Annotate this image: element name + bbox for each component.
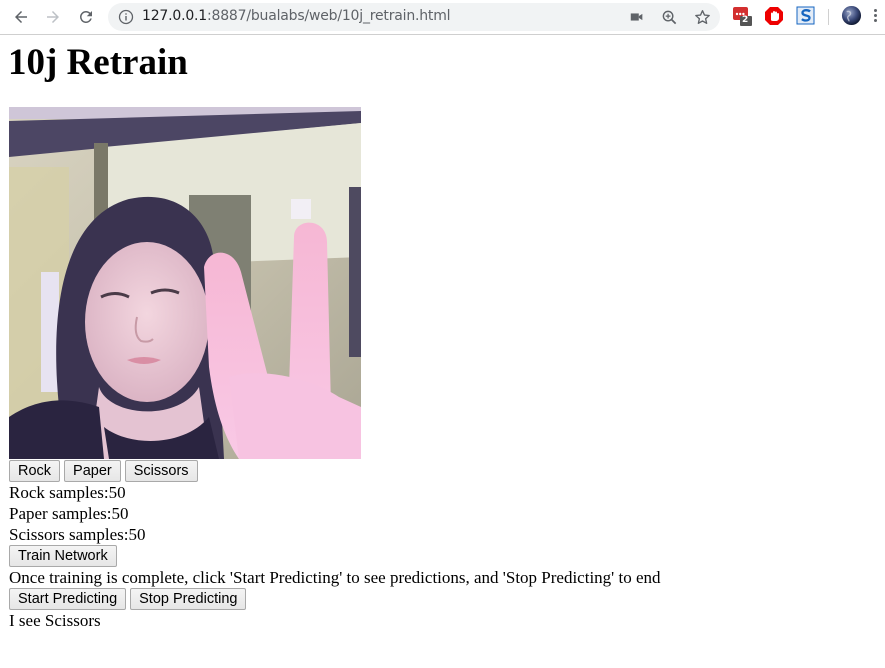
back-arrow-icon — [15, 11, 27, 23]
forward-button[interactable] — [42, 6, 64, 28]
zoom-icon[interactable] — [660, 8, 678, 26]
scissors-samples-label: Scissors samples: — [9, 525, 129, 544]
start-predicting-button[interactable]: Start Predicting — [9, 588, 127, 610]
train-row: Train Network — [9, 545, 877, 567]
prediction-text: I see Scissors — [9, 611, 101, 630]
profile-avatar-icon[interactable] — [841, 5, 862, 26]
scissors-samples-count: Scissors samples:50 — [9, 524, 877, 545]
address-bar[interactable]: 127.0.0.1:8887/bualabs/web/10j_retrain.h… — [108, 3, 720, 31]
lastpass-extension-icon[interactable]: 2 — [733, 6, 753, 26]
rock-samples-value: 50 — [108, 483, 126, 502]
reload-icon — [79, 10, 92, 23]
train-network-button[interactable]: Train Network — [9, 545, 117, 567]
scissors-samples-value: 50 — [128, 525, 146, 544]
rock-samples-count: Rock samples:50 — [9, 482, 877, 503]
browser-toolbar: 127.0.0.1:8887/bualabs/web/10j_retrain.h… — [0, 0, 885, 35]
reload-button[interactable] — [75, 6, 97, 28]
forward-arrow-icon — [47, 11, 59, 23]
back-button[interactable] — [10, 6, 32, 28]
paper-samples-count: Paper samples:50 — [9, 503, 877, 524]
adblock-extension-icon[interactable] — [764, 6, 784, 26]
sample-button-row: Rock Paper Scissors — [9, 460, 877, 482]
webcam-frame-image — [9, 107, 361, 459]
info-icon[interactable] — [118, 9, 134, 25]
stop-predicting-button[interactable]: Stop Predicting — [130, 588, 247, 610]
paper-samples-value: 50 — [111, 504, 129, 523]
predict-button-row: Start Predicting Stop Predicting — [9, 588, 877, 610]
menu-kebab-icon[interactable] — [874, 9, 878, 25]
instructions-text: Once training is complete, click 'Start … — [9, 568, 661, 587]
rock-samples-label: Rock samples: — [9, 483, 109, 502]
extension-badge-count: 2 — [742, 15, 749, 25]
scissors-button[interactable]: Scissors — [124, 460, 198, 482]
bookmark-star-icon[interactable] — [693, 8, 711, 26]
url-text[interactable]: 127.0.0.1:8887/bualabs/web/10j_retrain.h… — [142, 8, 451, 24]
camera-in-use-icon[interactable] — [628, 8, 646, 26]
url-path: :8887/bualabs/web/10j_retrain.html — [207, 8, 451, 24]
paper-samples-label: Paper samples: — [9, 504, 112, 523]
url-host: 127.0.0.1 — [142, 8, 207, 24]
page-title: 10j Retrain — [8, 42, 188, 83]
webcam-video — [9, 107, 361, 459]
s-extension-icon[interactable] — [796, 6, 816, 26]
paper-button[interactable]: Paper — [64, 460, 121, 482]
page-content: 10j Retrain Rock Paper Scissors Rock sam… — [0, 35, 885, 631]
rock-button[interactable]: Rock — [9, 460, 61, 482]
toolbar-separator — [828, 9, 829, 25]
